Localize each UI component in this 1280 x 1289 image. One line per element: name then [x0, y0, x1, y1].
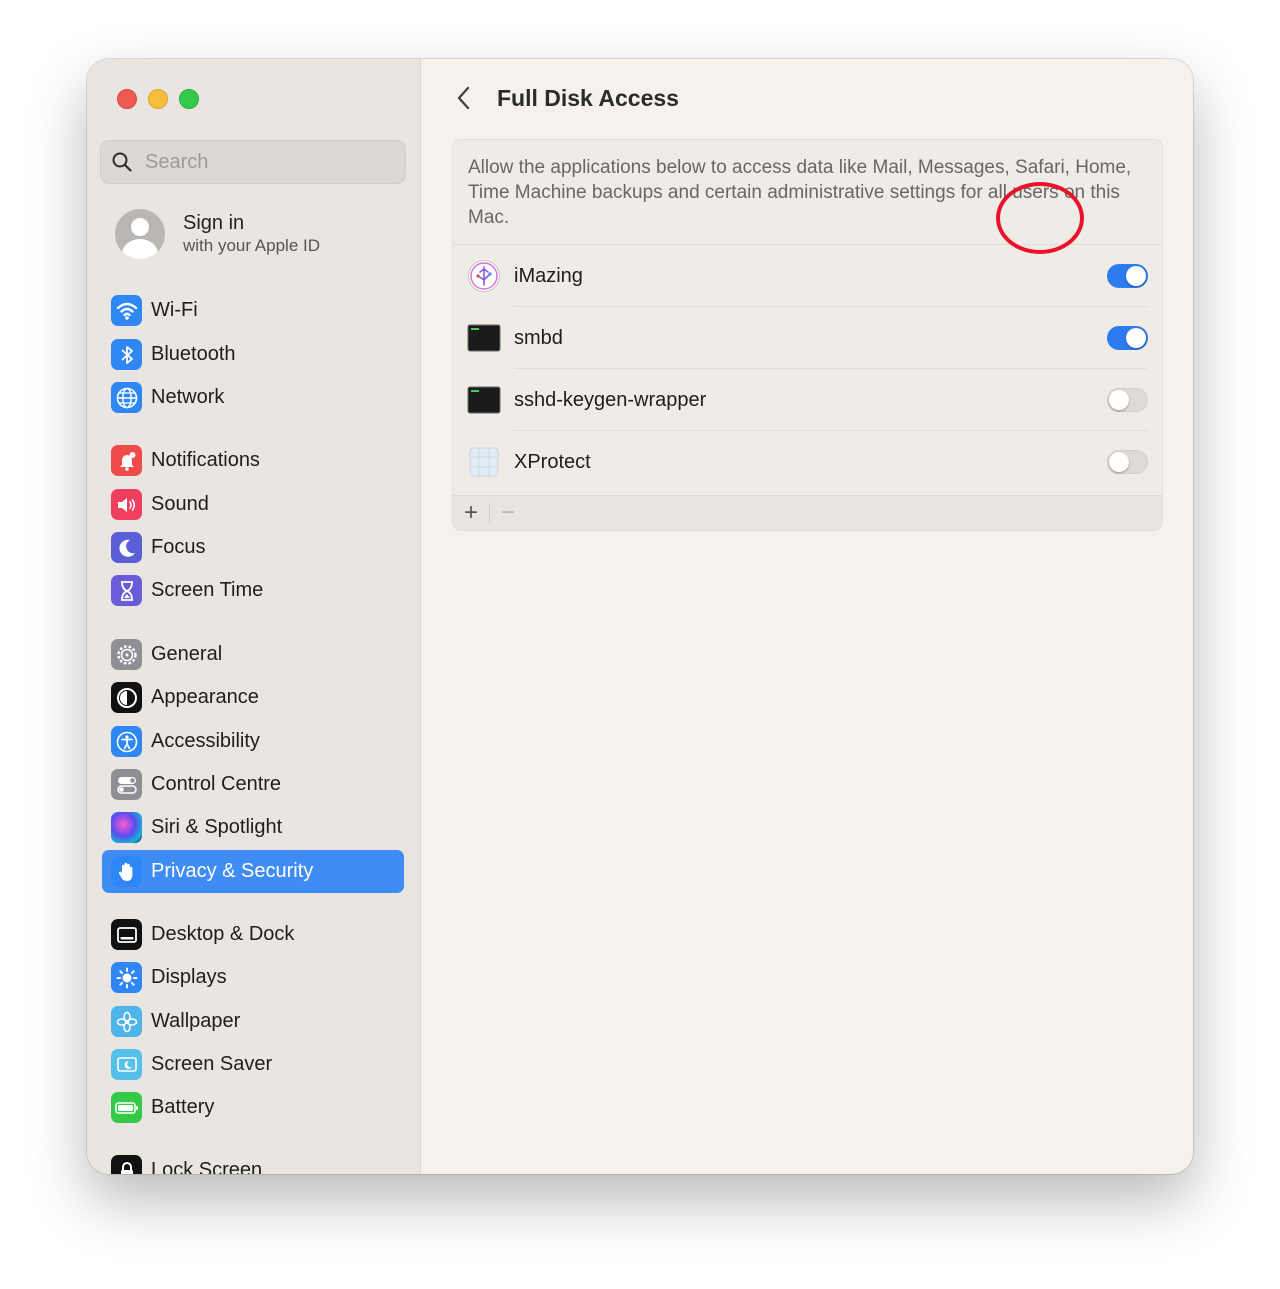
main-content: Full Disk Access Allow the applications … [421, 59, 1193, 1174]
sidebar-item-label: Notifications [151, 449, 260, 471]
sidebar-item-general[interactable]: General [102, 633, 404, 676]
avatar [115, 209, 165, 259]
flower-icon [111, 1006, 142, 1037]
app-row-xprotect: XProtect [453, 431, 1162, 493]
back-button[interactable] [449, 83, 479, 113]
system-settings-window: Sign in with your Apple ID Wi-Fi Bluetoo… [87, 59, 1193, 1174]
sidebar-item-focus[interactable]: Focus [102, 526, 404, 569]
sidebar-item-appearance[interactable]: Appearance [102, 676, 404, 719]
sidebar-item-sound[interactable]: Sound [102, 483, 404, 526]
close-button[interactable] [117, 89, 137, 109]
zoom-button[interactable] [179, 89, 199, 109]
sidebar-item-label: Siri & Spotlight [151, 816, 283, 838]
lock-icon [111, 1155, 142, 1174]
search-field[interactable] [100, 140, 406, 184]
sidebar-item-label: Screen Time [151, 579, 264, 601]
sidebar-item-label: Desktop & Dock [151, 923, 295, 945]
sidebar-item-label: Wi-Fi [151, 299, 198, 321]
sidebar-item-screen-time[interactable]: Screen Time [102, 569, 404, 612]
xprotect-icon [466, 445, 501, 480]
hourglass-icon [111, 575, 142, 606]
sidebar-item-desktop-dock[interactable]: Desktop & Dock [102, 913, 404, 956]
sidebar-item-label: Control Centre [151, 773, 282, 795]
sidebar-item-label: Screen Saver [151, 1053, 273, 1075]
sidebar-item-label: Wallpaper [151, 1010, 241, 1032]
sidebar-item-label: Bluetooth [151, 343, 236, 365]
sidebar-item-privacy-security[interactable]: Privacy & Security [102, 850, 404, 893]
traffic-lights [117, 89, 199, 109]
remove-app-button[interactable]: − [490, 496, 526, 531]
sshd-keygen-wrapper-toggle[interactable] [1107, 388, 1148, 412]
sidebar-item-accessibility[interactable]: Accessibility [102, 720, 404, 763]
sidebar-item-wifi[interactable]: Wi-Fi [102, 289, 404, 332]
search-input[interactable] [143, 149, 383, 175]
sidebar-item-label: Battery [151, 1096, 215, 1118]
wifi-icon [111, 295, 142, 326]
account-title: Sign in [183, 212, 245, 234]
sidebar-item-displays[interactable]: Displays [102, 956, 404, 999]
appearance-icon [111, 682, 142, 713]
account-subtitle: with your Apple ID [183, 236, 321, 255]
siri-icon [111, 812, 142, 843]
imazing-icon [466, 259, 501, 294]
sidebar-item-bluetooth[interactable]: Bluetooth [102, 333, 404, 376]
sidebar-item-label: Focus [151, 536, 206, 558]
app-name: iMazing [514, 264, 583, 287]
imazing-toggle[interactable] [1107, 264, 1148, 288]
xprotect-toggle[interactable] [1107, 450, 1148, 474]
app-row-imazing: iMazing [453, 245, 1162, 307]
chevron-left-icon [457, 86, 470, 110]
sidebar-item-label: Lock Screen [151, 1159, 263, 1174]
sidebar-item-label: Network [151, 386, 225, 408]
sidebar-item-siri-spotlight[interactable]: Siri & Spotlight [102, 806, 404, 849]
accessibility-icon [111, 726, 142, 757]
sidebar-item-label: Displays [151, 966, 227, 988]
sidebar-item-lock-screen[interactable]: Lock Screen [102, 1149, 404, 1174]
apple-id-account[interactable]: Sign in with your Apple ID [115, 209, 320, 259]
dock-icon [111, 919, 142, 950]
terminal-icon [466, 321, 501, 356]
moon-icon [111, 532, 142, 563]
app-row-smbd: smbd [453, 307, 1162, 369]
sidebar-item-control-centre[interactable]: Control Centre [102, 763, 404, 806]
hand-icon [111, 856, 142, 887]
minimize-button[interactable] [148, 89, 168, 109]
switches-icon [111, 769, 142, 800]
panel-footer: + − [453, 495, 1162, 530]
gear-icon [111, 639, 142, 670]
screensaver-icon [111, 1049, 142, 1080]
app-name: smbd [514, 326, 563, 349]
sidebar-item-notifications[interactable]: Notifications [102, 439, 404, 482]
sidebar-item-label: Appearance [151, 686, 259, 708]
sidebar-item-battery[interactable]: Battery [102, 1086, 404, 1129]
battery-icon [111, 1092, 142, 1123]
sidebar-item-wallpaper[interactable]: Wallpaper [102, 1000, 404, 1043]
sidebar-item-screen-saver[interactable]: Screen Saver [102, 1043, 404, 1086]
smbd-toggle[interactable] [1107, 326, 1148, 350]
bell-icon [111, 445, 142, 476]
app-name: sshd-keygen-wrapper [514, 388, 707, 411]
app-name: XProtect [514, 450, 591, 473]
panel-description: Allow the applications below to access d… [453, 140, 1162, 245]
search-icon [112, 152, 132, 172]
sidebar-item-label: General [151, 643, 223, 665]
full-disk-access-panel: Allow the applications below to access d… [452, 139, 1163, 531]
sidebar-item-label: Privacy & Security [151, 860, 314, 882]
app-row-sshd-keygen-wrapper: sshd-keygen-wrapper [453, 369, 1162, 431]
sun-icon [111, 962, 142, 993]
sidebar-item-network[interactable]: Network [102, 376, 404, 419]
sidebar-item-label: Accessibility [151, 730, 260, 752]
terminal-icon [466, 383, 501, 418]
sidebar: Sign in with your Apple ID Wi-Fi Bluetoo… [87, 59, 421, 1174]
page-title: Full Disk Access [497, 85, 679, 111]
bluetooth-icon [111, 339, 142, 370]
speaker-icon [111, 489, 142, 520]
add-app-button[interactable]: + [453, 496, 489, 531]
sidebar-item-label: Sound [151, 493, 209, 515]
globe-icon [111, 382, 142, 413]
